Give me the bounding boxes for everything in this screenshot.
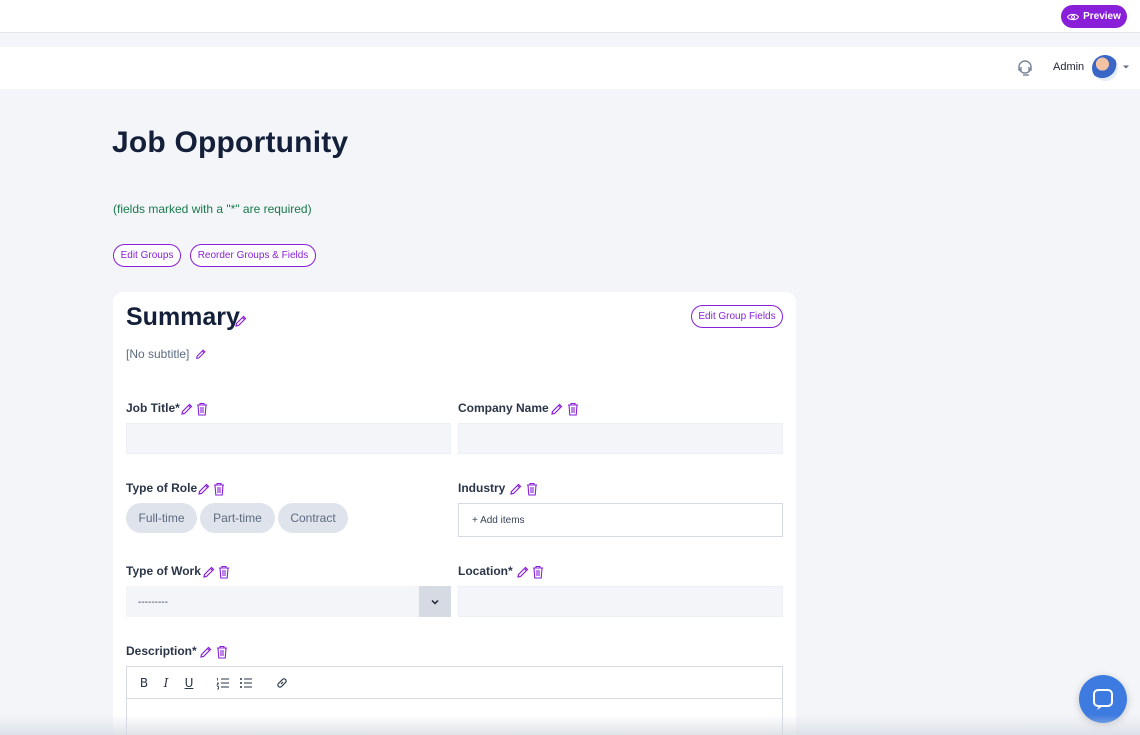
edit-pencil-icon[interactable] <box>197 482 211 496</box>
role-option-full-time[interactable]: Full-time <box>126 503 197 533</box>
company-name-input[interactable] <box>458 423 783 454</box>
edit-pencil-icon[interactable] <box>202 565 216 579</box>
company-name-label: Company Name <box>458 401 549 415</box>
bottom-fade <box>0 715 1140 735</box>
select-dropdown-button[interactable] <box>419 586 451 617</box>
group-subtitle: [No subtitle] <box>126 347 190 361</box>
industry-label: Industry <box>458 481 506 495</box>
link-icon[interactable] <box>275 676 289 690</box>
edit-groups-button[interactable]: Edit Groups <box>113 244 181 267</box>
industry-add-items-input[interactable]: + Add items <box>458 503 783 537</box>
page-title: Job Opportunity <box>112 126 349 159</box>
trash-icon[interactable] <box>532 565 544 579</box>
type-of-work-value: --------- <box>138 597 168 608</box>
user-name[interactable]: Admin <box>1053 61 1084 73</box>
edit-pencil-icon[interactable] <box>516 565 530 579</box>
edit-pencil-icon[interactable] <box>195 348 207 360</box>
trash-icon[interactable] <box>213 482 225 496</box>
reorder-groups-button[interactable]: Reorder Groups & Fields <box>190 244 316 267</box>
type-of-work-label: Type of Work <box>126 564 201 578</box>
avatar[interactable] <box>1092 55 1118 81</box>
top-bar <box>0 0 1140 33</box>
group-title: Summary <box>126 303 240 331</box>
trash-icon[interactable] <box>526 482 538 496</box>
type-of-work-select[interactable] <box>126 586 451 617</box>
trash-icon[interactable] <box>218 565 230 579</box>
chat-icon <box>1093 689 1113 710</box>
underline-button[interactable]: U <box>182 676 196 690</box>
description-label: Description* <box>126 644 197 658</box>
preview-button[interactable]: Preview <box>1061 5 1127 28</box>
chevron-down-icon <box>431 599 439 605</box>
role-option-contract[interactable]: Contract <box>278 503 348 533</box>
role-option-part-time[interactable]: Part-time <box>200 503 275 533</box>
italic-button[interactable]: I <box>159 676 173 690</box>
support-icon[interactable] <box>1015 58 1035 78</box>
edit-pencil-icon[interactable] <box>550 402 564 416</box>
required-note: (fields marked with a "*" are required) <box>113 202 312 216</box>
location-input[interactable] <box>458 586 783 617</box>
separator <box>0 34 1140 47</box>
bold-button[interactable]: B <box>137 676 151 690</box>
job-title-label: Job Title* <box>126 401 180 415</box>
app-header <box>0 47 1140 89</box>
edit-pencil-icon[interactable] <box>509 482 523 496</box>
location-label: Location* <box>458 564 513 578</box>
preview-label: Preview <box>1083 11 1121 22</box>
trash-icon[interactable] <box>216 645 228 659</box>
edit-group-fields-button[interactable]: Edit Group Fields <box>691 305 783 328</box>
edit-pencil-icon[interactable] <box>234 314 248 328</box>
job-title-input[interactable] <box>126 423 451 454</box>
chevron-down-icon[interactable] <box>1122 63 1130 71</box>
ordered-list-icon[interactable] <box>216 676 230 690</box>
type-of-role-label: Type of Role <box>126 481 198 495</box>
trash-icon[interactable] <box>567 402 579 416</box>
edit-pencil-icon[interactable] <box>180 402 194 416</box>
trash-icon[interactable] <box>196 402 208 416</box>
edit-pencil-icon[interactable] <box>199 645 213 659</box>
eye-icon <box>1067 13 1080 20</box>
bullet-list-icon[interactable] <box>239 676 253 690</box>
